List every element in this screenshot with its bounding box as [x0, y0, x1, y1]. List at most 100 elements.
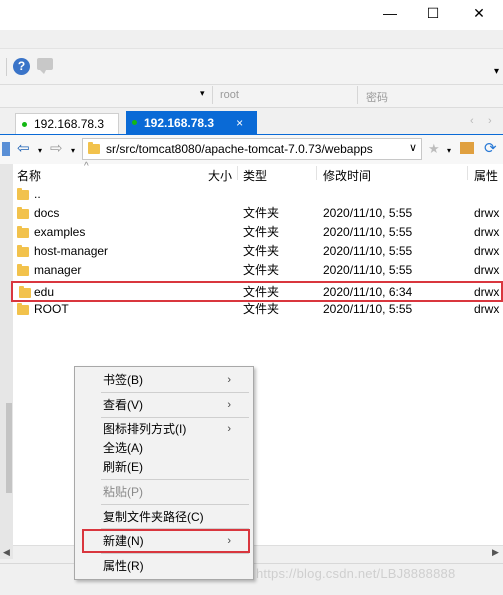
- file-modified: 2020/11/10, 5:55: [323, 302, 413, 316]
- column-divider[interactable]: [237, 166, 238, 180]
- table-row[interactable]: ROOT 文件夹 2020/11/10, 5:55 drwx: [13, 300, 503, 319]
- menu-item-label: 粘贴(P): [103, 485, 143, 499]
- maximize-button[interactable]: ☐: [413, 0, 453, 26]
- username-input[interactable]: root: [220, 89, 239, 101]
- tab-session-2-active[interactable]: 192.168.78.3 ×: [126, 111, 257, 134]
- menu-item-copy-folder-path[interactable]: 复制文件夹路径(C): [103, 507, 243, 527]
- column-header-type[interactable]: 类型: [243, 167, 267, 184]
- refresh-icon[interactable]: ⟳: [484, 139, 497, 157]
- path-dropdown-icon[interactable]: ∨: [409, 141, 417, 154]
- file-type: 文件夹: [243, 244, 280, 258]
- folder-icon: [19, 286, 31, 298]
- bookmark-dropdown-icon[interactable]: ▾: [447, 146, 451, 155]
- menu-separator: [101, 479, 249, 480]
- chat-icon[interactable]: [37, 58, 53, 74]
- path-text: sr/src/tomcat8080/apache-tomcat-7.0.73/w…: [106, 142, 373, 156]
- left-panel-strip: [0, 164, 14, 559]
- toolbar-divider: [6, 58, 7, 76]
- column-divider[interactable]: [467, 166, 468, 180]
- left-scrollbar-thumb[interactable]: [6, 403, 12, 493]
- menu-item-arrange-icons[interactable]: 图标排列方式(I) ›: [103, 419, 243, 439]
- menu-item-label: 图标排列方式(I): [103, 422, 187, 436]
- table-row[interactable]: examples 文件夹 2020/11/10, 5:55 drwx: [13, 223, 503, 242]
- menu-item-new[interactable]: 新建(N) ›: [103, 531, 243, 551]
- panel-edge-icon: [2, 142, 10, 156]
- back-arrow-icon[interactable]: ⇦: [17, 139, 30, 157]
- column-header-modified[interactable]: 修改时间: [323, 167, 371, 184]
- table-row-highlighted[interactable]: edu 文件夹 2020/11/10, 6:34 drwx: [11, 281, 503, 302]
- menu-item-paste: 粘贴(P): [103, 482, 243, 502]
- minimize-button[interactable]: —: [370, 0, 410, 26]
- password-input[interactable]: 密码: [366, 89, 388, 105]
- menu-item-refresh[interactable]: 刷新(E): [103, 457, 243, 477]
- file-attributes: drwx: [474, 263, 500, 277]
- folder-icon: [17, 207, 29, 219]
- menu-item-label: 全选(A): [103, 441, 143, 455]
- tab-close-icon[interactable]: ×: [236, 116, 243, 130]
- menu-separator: [101, 392, 249, 393]
- online-status-icon: [132, 120, 137, 125]
- host-dropdown-icon[interactable]: ▾: [200, 88, 205, 99]
- menu-separator: [101, 553, 249, 554]
- file-modified: 2020/11/10, 5:55: [323, 244, 413, 258]
- menu-item-label: 刷新(E): [103, 460, 143, 474]
- file-modified: 2020/11/10, 5:55: [323, 206, 413, 220]
- file-name: ..: [34, 187, 41, 201]
- file-name: examples: [34, 225, 86, 239]
- bookmark-star-icon[interactable]: ★: [428, 141, 440, 157]
- file-attributes: drwx: [474, 302, 500, 316]
- online-status-icon: [22, 121, 27, 127]
- help-icon[interactable]: ?: [13, 58, 30, 75]
- field-divider: [212, 86, 213, 104]
- forward-dropdown-icon[interactable]: ▾: [71, 146, 75, 155]
- folder-icon: [17, 226, 29, 238]
- tab-session-1[interactable]: 192.168.78.3: [15, 113, 119, 134]
- file-type: 文件夹: [243, 302, 280, 316]
- table-row[interactable]: manager 文件夹 2020/11/10, 5:55 drwx: [13, 261, 503, 280]
- scroll-left-icon[interactable]: ◀: [3, 547, 10, 558]
- file-attributes: drwx: [474, 244, 500, 258]
- column-header-size[interactable]: 大小: [208, 167, 232, 184]
- context-menu: 书签(B) › 查看(V) › 图标排列方式(I) › 全选(A) 刷新(E) …: [74, 366, 254, 580]
- table-row[interactable]: host-manager 文件夹 2020/11/10, 5:55 drwx: [13, 242, 503, 261]
- folder-icon: [17, 303, 29, 315]
- submenu-arrow-icon: ›: [227, 423, 231, 435]
- table-row[interactable]: docs 文件夹 2020/11/10, 5:55 drwx: [13, 204, 503, 223]
- folder-icon: [88, 142, 100, 154]
- folder-icon: [17, 188, 29, 200]
- toolbar-dropdown-icon[interactable]: ▾: [494, 66, 499, 77]
- scroll-right-icon[interactable]: ▶: [492, 547, 499, 558]
- forward-arrow-icon[interactable]: ⇨: [50, 139, 63, 157]
- submenu-arrow-icon: ›: [227, 399, 231, 411]
- tab-scroll-right-icon[interactable]: ›: [488, 115, 492, 127]
- home-icon[interactable]: [460, 142, 474, 154]
- tab-label: 192.168.78.3: [34, 117, 105, 131]
- folder-icon: [17, 245, 29, 257]
- menu-item-view[interactable]: 查看(V) ›: [103, 395, 243, 415]
- column-header-name[interactable]: 名称: [17, 167, 41, 184]
- menu-separator: [101, 417, 249, 418]
- file-attributes: drwx: [474, 225, 500, 239]
- tab-label: 192.168.78.3: [144, 115, 215, 130]
- table-row[interactable]: ..: [13, 185, 503, 204]
- menu-item-properties[interactable]: 属性(R): [103, 556, 243, 576]
- menu-separator: [101, 504, 249, 505]
- menu-item-label: 书签(B): [103, 373, 143, 387]
- column-divider[interactable]: [316, 166, 317, 180]
- column-header-attributes[interactable]: 属性: [474, 167, 498, 184]
- back-dropdown-icon[interactable]: ▾: [38, 146, 42, 155]
- close-button[interactable]: ✕: [459, 0, 499, 26]
- file-name: host-manager: [34, 244, 109, 258]
- menu-item-select-all[interactable]: 全选(A): [103, 438, 243, 458]
- submenu-arrow-icon: ›: [227, 535, 231, 547]
- tab-scroll-left-icon[interactable]: ‹: [470, 115, 474, 127]
- file-attributes: drwx: [474, 206, 500, 220]
- file-modified: 2020/11/10, 5:55: [323, 263, 413, 277]
- menu-item-label: 新建(N): [103, 534, 144, 548]
- menu-item-label: 复制文件夹路径(C): [103, 510, 204, 524]
- menu-item-bookmarks[interactable]: 书签(B) ›: [103, 370, 243, 390]
- connection-bar: [0, 84, 503, 108]
- path-field[interactable]: sr/src/tomcat8080/apache-tomcat-7.0.73/w…: [82, 138, 422, 160]
- toolbar: [0, 48, 503, 85]
- file-modified: 2020/11/10, 5:55: [323, 225, 413, 239]
